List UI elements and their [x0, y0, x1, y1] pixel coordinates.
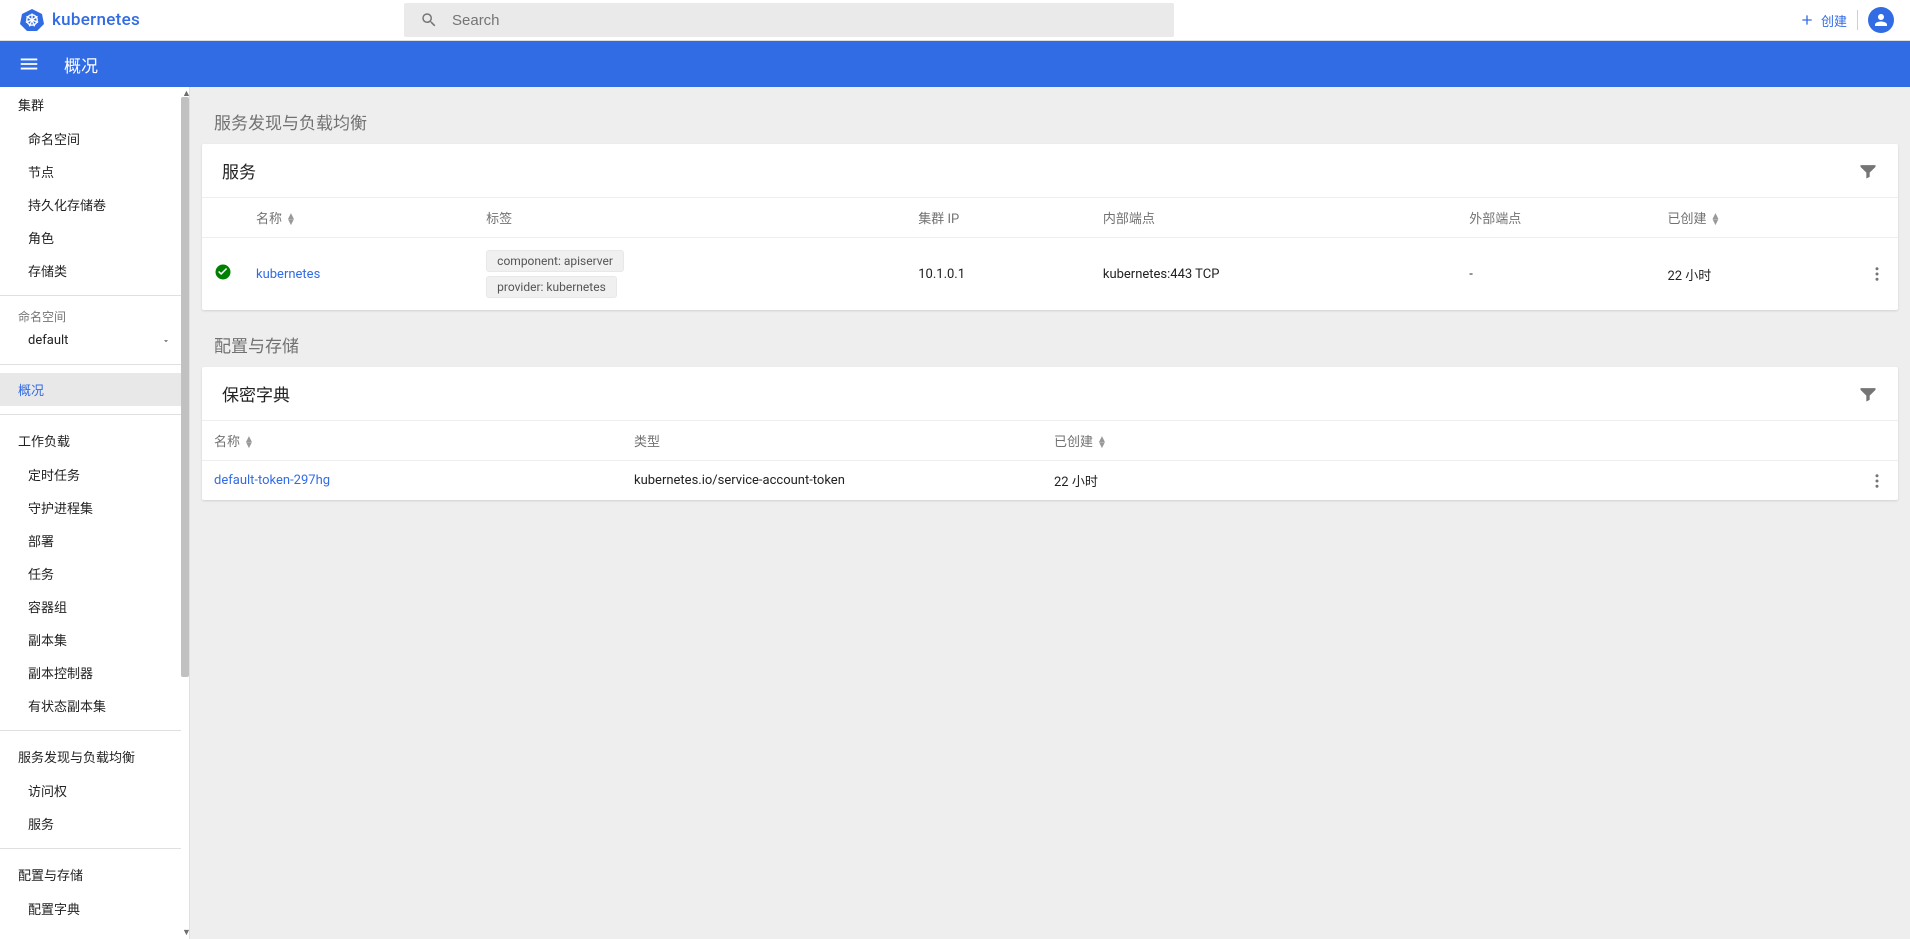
plus-icon: [1799, 12, 1815, 28]
section-title-discovery: 服务发现与负载均衡: [190, 87, 1910, 144]
brand-text: kubernetes: [52, 10, 140, 30]
vertical-divider: [1857, 10, 1858, 30]
service-link[interactable]: kubernetes: [256, 267, 320, 282]
col-labels[interactable]: 标签: [474, 198, 906, 238]
sidebar-ns-label: 命名空间: [0, 304, 189, 327]
services-table: 名称▲▼ 标签 集群 IP 内部端点 外部端点 已创建▲▼ kubernetes: [202, 197, 1898, 310]
cell-created: 22 小时: [1655, 238, 1856, 311]
sidebar-item-namespaces[interactable]: 命名空间: [0, 122, 189, 155]
sidebar-item-overview[interactable]: 概况: [0, 373, 189, 406]
label-chip: component: apiserver: [486, 250, 624, 272]
cell-type: kubernetes.io/service-account-token: [622, 461, 1042, 501]
sidebar-item-replicasets[interactable]: 副本集: [0, 623, 189, 656]
sidebar-heading-workloads[interactable]: 工作负载: [0, 423, 189, 458]
filter-icon[interactable]: [1858, 161, 1878, 181]
sidebar-heading-discovery[interactable]: 服务发现与负载均衡: [0, 739, 189, 774]
namespace-select[interactable]: default: [0, 327, 189, 356]
search-icon: [420, 11, 438, 29]
sort-icon: ▲▼: [1097, 437, 1107, 449]
person-icon: [1872, 11, 1890, 29]
sidebar-item-storageclasses[interactable]: 存储类: [0, 254, 189, 287]
dropdown-icon: [161, 336, 171, 346]
sidebar-heading-cluster[interactable]: 集群: [0, 87, 189, 122]
main-content: 服务发现与负载均衡 服务 名称▲▼ 标签 集群 IP 内部端点 外部端点: [190, 87, 1910, 939]
sort-icon: ▲▼: [1710, 214, 1720, 226]
sidebar-scrollbar[interactable]: ▲ ▼: [181, 87, 189, 939]
sidebar-item-daemonsets[interactable]: 守护进程集: [0, 491, 189, 524]
col-name[interactable]: 名称▲▼: [202, 421, 622, 461]
sidebar-item-deployments[interactable]: 部署: [0, 524, 189, 557]
services-card: 服务 名称▲▼ 标签 集群 IP 内部端点 外部端点 已创建▲▼: [202, 144, 1898, 310]
cell-internal-ep: kubernetes:443 TCP: [1091, 238, 1457, 311]
sidebar-divider: [0, 848, 189, 849]
sidebar-divider: [0, 414, 189, 415]
body: 集群 命名空间 节点 持久化存储卷 角色 存储类 命名空间 default 概况…: [0, 87, 1910, 939]
col-name[interactable]: 名称▲▼: [244, 198, 474, 238]
section-title-config: 配置与存储: [190, 310, 1910, 367]
table-row: kubernetes component: apiserver provider…: [202, 238, 1898, 311]
table-header-row: 名称▲▼ 类型 已创建▲▼: [202, 421, 1898, 461]
sidebar-divider: [0, 730, 189, 731]
col-internal-ep[interactable]: 内部端点: [1091, 198, 1457, 238]
sidebar-item-cronjobs[interactable]: 定时任务: [0, 458, 189, 491]
sidebar-item-nodes[interactable]: 节点: [0, 155, 189, 188]
create-label: 创建: [1821, 11, 1847, 30]
table-row: default-token-297hg kubernetes.io/servic…: [202, 461, 1898, 501]
row-actions-button[interactable]: [1856, 461, 1898, 501]
sidebar-item-rc[interactable]: 副本控制器: [0, 656, 189, 689]
table-header-row: 名称▲▼ 标签 集群 IP 内部端点 外部端点 已创建▲▼: [202, 198, 1898, 238]
menu-icon[interactable]: [18, 53, 40, 75]
sidebar-item-roles[interactable]: 角色: [0, 221, 189, 254]
scroll-down-icon[interactable]: ▼: [182, 927, 190, 938]
col-type[interactable]: 类型: [622, 421, 1042, 461]
label-chip: provider: kubernetes: [486, 276, 617, 298]
cell-clusterip: 10.1.0.1: [906, 238, 1091, 311]
logo-area: kubernetes: [0, 8, 140, 32]
status-ok-icon: [214, 263, 232, 281]
sidebar-item-pv[interactable]: 持久化存储卷: [0, 188, 189, 221]
sidebar-divider: [0, 295, 189, 296]
sidebar: 集群 命名空间 节点 持久化存储卷 角色 存储类 命名空间 default 概况…: [0, 87, 190, 939]
card-header: 服务: [202, 144, 1898, 197]
col-created[interactable]: 已创建▲▼: [1655, 198, 1856, 238]
col-created[interactable]: 已创建▲▼: [1042, 421, 1856, 461]
col-external-ep[interactable]: 外部端点: [1457, 198, 1655, 238]
search-input[interactable]: [452, 12, 1158, 29]
row-actions-button[interactable]: [1856, 238, 1898, 311]
kubernetes-logo-icon: [20, 8, 44, 32]
secrets-table: 名称▲▼ 类型 已创建▲▼ default-token-297hg kubern…: [202, 420, 1898, 500]
card-title-services: 服务: [222, 158, 1858, 183]
sidebar-heading-config[interactable]: 配置与存储: [0, 857, 189, 892]
sidebar-item-statefulsets[interactable]: 有状态副本集: [0, 689, 189, 722]
create-button[interactable]: 创建: [1799, 11, 1847, 30]
col-clusterip[interactable]: 集群 IP: [906, 198, 1091, 238]
card-title-secrets: 保密字典: [222, 381, 1858, 406]
sidebar-divider: [0, 364, 189, 365]
sidebar-item-ingresses[interactable]: 访问权: [0, 774, 189, 807]
sidebar-item-services[interactable]: 服务: [0, 807, 189, 840]
user-avatar[interactable]: [1868, 7, 1894, 33]
secrets-card: 保密字典 名称▲▼ 类型 已创建▲▼ default-token-297: [202, 367, 1898, 500]
page-title: 概况: [64, 52, 98, 77]
secret-link[interactable]: default-token-297hg: [214, 473, 330, 488]
cell-external-ep: -: [1457, 238, 1655, 311]
sidebar-item-jobs[interactable]: 任务: [0, 557, 189, 590]
sidebar-item-pods[interactable]: 容器组: [0, 590, 189, 623]
filter-icon[interactable]: [1858, 384, 1878, 404]
toolbar: 概况: [0, 41, 1910, 87]
search-box[interactable]: [404, 3, 1174, 37]
card-header: 保密字典: [202, 367, 1898, 420]
namespace-selected: default: [28, 333, 68, 348]
cell-created: 22 小时: [1042, 461, 1856, 501]
sort-icon: ▲▼: [244, 437, 254, 449]
top-header: kubernetes 创建: [0, 0, 1910, 41]
header-actions: 创建: [1799, 7, 1894, 33]
sort-icon: ▲▼: [286, 214, 296, 226]
scrollbar-thumb[interactable]: [181, 97, 189, 677]
sidebar-item-configmaps[interactable]: 配置字典: [0, 892, 189, 925]
